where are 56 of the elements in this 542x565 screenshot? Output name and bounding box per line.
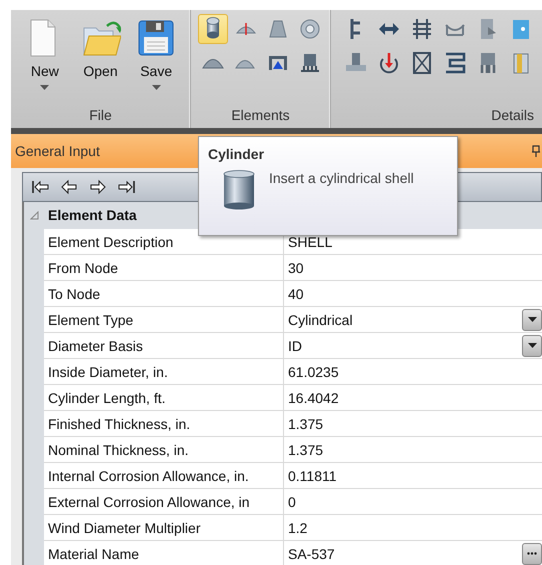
group-label: Elements (230, 106, 291, 125)
head-icon (202, 57, 224, 69)
flange-icon (298, 17, 320, 41)
right-arrow-icon[interactable] (89, 178, 107, 196)
property-value[interactable]: Cylindrical (288, 312, 353, 328)
property-value[interactable]: 40 (288, 286, 304, 302)
property-label: Inside Diameter, in. (44, 359, 284, 385)
property-value[interactable]: 1.2 (288, 520, 308, 536)
property-value[interactable]: 1.375 (288, 416, 324, 432)
property-label: External Corrosion Allowance, in (44, 489, 284, 515)
pin-icon (532, 145, 540, 157)
tooltip-title: Cylinder (208, 146, 266, 162)
rotate-arrow-icon (377, 51, 401, 75)
ribbon-button[interactable]: Save (128, 14, 184, 106)
property-label: From Node (44, 255, 284, 281)
property-label: Cylinder Length, ft. (44, 385, 284, 411)
group-label: Details (490, 106, 535, 125)
group-label: File (88, 106, 113, 125)
property-label: To Node (44, 281, 284, 307)
property-value[interactable]: ID (288, 338, 302, 354)
tooltip-text: Insert a cylindrical shell (269, 170, 414, 186)
ribbon-button[interactable]: Open (72, 14, 128, 106)
property-label: Finished Thickness, in. (44, 411, 284, 437)
property-label: Diameter Basis (44, 333, 284, 359)
left-arrow-icon[interactable] (60, 178, 78, 196)
ribbon-button[interactable]: New (17, 14, 73, 106)
baffle-icon (443, 51, 467, 75)
tool-button[interactable] (198, 14, 228, 44)
property-label: Element Type (44, 307, 284, 333)
caret-icon (40, 85, 50, 90)
grid-icon (410, 17, 434, 41)
property-label: Internal Corrosion Allowance, in. (44, 463, 284, 489)
property-value[interactable]: 0 (288, 494, 296, 510)
caret-icon (152, 85, 161, 90)
dropdown-icon[interactable] (528, 343, 536, 348)
dropdown-icon[interactable] (528, 317, 536, 322)
property-label: Wind Diameter Multiplier (44, 515, 284, 541)
property-value[interactable]: SA-537 (288, 546, 335, 562)
ellipsis-icon[interactable] (527, 552, 537, 555)
property-value[interactable]: 61.0235 (288, 364, 339, 380)
last-icon[interactable] (118, 178, 136, 196)
property-value[interactable]: 16.4042 (288, 390, 339, 406)
property-value[interactable]: 0.11811 (288, 468, 337, 484)
panel-title: General Input (15, 143, 100, 159)
property-value[interactable]: 1.375 (288, 442, 324, 458)
category-title: Element Data (48, 207, 137, 223)
cylinder-icon (205, 17, 221, 41)
property-label: Nominal Thickness, in. (44, 437, 284, 463)
head-icon (234, 57, 256, 69)
cross-brace-icon (410, 51, 434, 75)
property-value[interactable]: 30 (288, 260, 304, 276)
property-label: Material Name (44, 541, 284, 565)
skirt-icon (298, 51, 320, 75)
cylinder-icon (222, 170, 256, 210)
property-value[interactable]: SHELL (288, 234, 332, 250)
first-icon[interactable] (31, 178, 49, 196)
